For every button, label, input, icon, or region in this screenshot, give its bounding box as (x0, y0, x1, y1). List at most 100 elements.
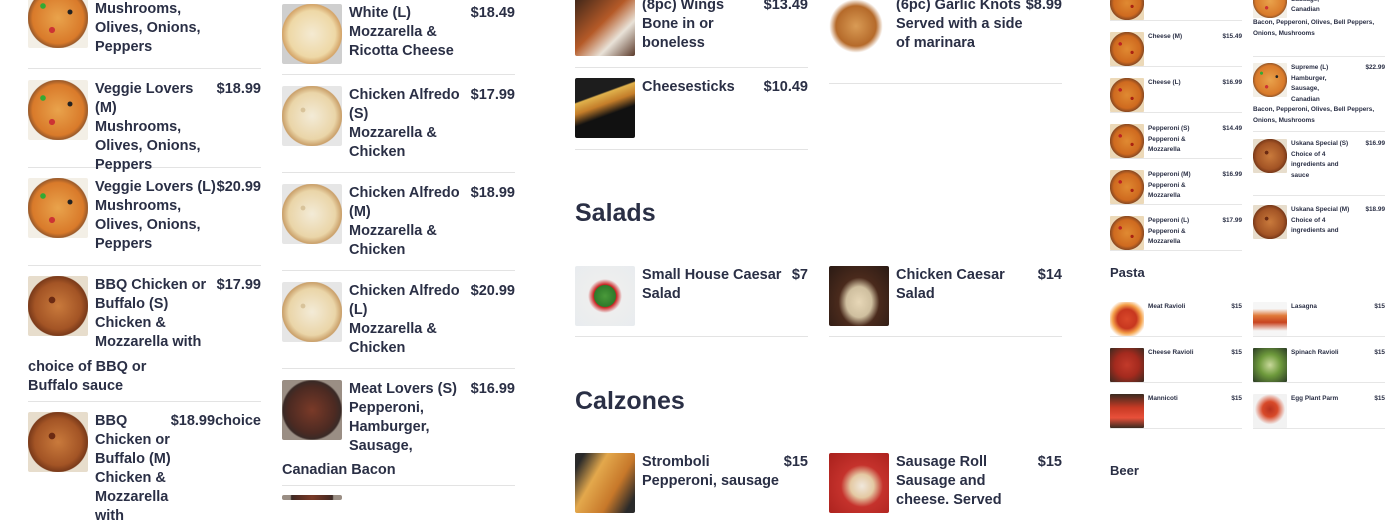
menu-item[interactable]: Chicken Alfredo (L) Mozzarella & Chicken… (282, 282, 515, 369)
item-name: Cheese (L) (1148, 79, 1181, 86)
menu-item[interactable]: BBQ Chicken or Buffalo (S) Chicken & Moz… (28, 276, 261, 402)
item-price: $15 (1037, 454, 1062, 470)
item-text: Uskana Special (S) Choice of 4 ingredien… (1287, 139, 1365, 181)
menu-item[interactable]: Supreme (L) Hamburger, Sausage, Canadian… (1253, 63, 1385, 132)
menu-item[interactable]: White (L) Mozzarella & Ricotta Cheese $1… (282, 4, 515, 75)
item-description-cont: Bacon, Pepperoni, Olives, Bell Peppers, … (1253, 106, 1375, 124)
menu-item[interactable]: Chicken Alfredo (S) Mozzarella & Chicken… (282, 86, 515, 173)
item-text: Sausage Roll Sausage and cheese. Served (889, 453, 1038, 510)
item-text: Small House Caesar Salad (635, 266, 792, 304)
menu-item[interactable]: Cheese Ravioli $15 (1110, 348, 1242, 383)
food-image (28, 0, 88, 48)
food-image (28, 178, 88, 238)
item-price: $15 (1231, 303, 1242, 310)
menu-item[interactable]: Mannicoti $15 (1110, 394, 1242, 429)
item-name: BBQ Chicken or Buffalo (S) (95, 277, 207, 312)
menu-item[interactable]: (6pc) Garlic Knots Served with a side of… (829, 0, 1062, 84)
item-name: Mannicoti (1148, 395, 1178, 402)
item-description: Mushrooms, Olives, Onions, Peppers (95, 119, 201, 173)
menu-item[interactable]: (8pc) Wings Bone in or boneless $13.49 (575, 0, 808, 68)
menu-item[interactable]: Lasagna $15 (1253, 302, 1385, 337)
item-name: Veggie Lovers (L) (95, 179, 216, 195)
menu-item[interactable]: Pepperoni (S) Pepperoni & Mozzarella $14… (1110, 124, 1242, 159)
food-image (575, 78, 635, 138)
item-description: Pepperoni & Mozzarella (1148, 135, 1186, 154)
item-price: $14.49 (1222, 125, 1242, 132)
menu-item[interactable]: Uskana Special (S) Choice of 4 ingredien… (1253, 139, 1385, 196)
item-name: (8pc) Wings (642, 0, 725, 13)
item-name: Egg Plant Parm (1291, 395, 1339, 402)
menu-item[interactable]: Chicken Caesar Salad $14 (829, 266, 1062, 337)
item-name: White (L) (349, 5, 412, 21)
food-image (1110, 216, 1144, 250)
menu-item[interactable]: Cheese (L) $16.99 (1110, 78, 1242, 113)
item-text: BBQ Chicken or Buffalo (M) Chicken & Moz… (88, 412, 171, 526)
item-name: Spinach Ravioli (1291, 349, 1339, 356)
item-price: $17.99 (470, 87, 515, 103)
item-price: $18.99 (1365, 206, 1385, 213)
item-description: Pepperoni & Mozzarella (1148, 227, 1186, 246)
item-description: Mozzarella & Chicken (349, 223, 437, 258)
item-description: Pepperoni, Hamburger, Sausage, (349, 400, 430, 454)
section-heading-calzones: Calzones (575, 387, 685, 415)
item-text: Pepperoni (M) Pepperoni & Mozzarella (1144, 170, 1222, 202)
menu-item[interactable]: Veggie Lovers (M) Mushrooms, Olives, Oni… (28, 80, 261, 173)
menu-item[interactable]: Small House Caesar Salad $7 (575, 266, 808, 337)
item-description: Mozzarella & Chicken (349, 125, 437, 160)
item-price: $18.99 (170, 413, 216, 429)
food-image (1110, 78, 1144, 112)
item-description-cont: Canadian Bacon (282, 462, 396, 478)
item-name: Veggie Lovers (M) (95, 81, 194, 116)
item-price: $14 (1037, 267, 1062, 283)
item-description: Served with a side of marinara (896, 16, 1023, 51)
item-price: $16.99 (1222, 171, 1242, 178)
item-name: Uskana Special (M) (1291, 206, 1350, 213)
menu-item[interactable]: Sausage Roll Sausage and cheese. Served … (829, 453, 1062, 513)
item-text: Pepperoni (S) Pepperoni & Mozzarella (1144, 124, 1222, 156)
menu-item[interactable]: Veggie Lovers (L) Mushrooms, Olives, Oni… (28, 178, 261, 266)
menu-item[interactable]: Cheese (M) $15.49 (1110, 32, 1242, 67)
menu-item[interactable]: BBQ Chicken or Buffalo (M) Chicken & Moz… (28, 412, 261, 524)
item-price: $15 (1231, 395, 1242, 402)
item-description: Choice of 4 ingredients and (1291, 216, 1339, 235)
food-image (1110, 302, 1144, 336)
menu-item[interactable]: Chicken Alfredo (M) Mozzarella & Chicken… (282, 184, 515, 271)
section-heading-pasta: Pasta (1110, 265, 1145, 280)
item-price: $16.99 (1222, 79, 1242, 86)
item-name: BBQ Chicken or Buffalo (M) (95, 413, 171, 467)
item-text: Chicken Alfredo (M) Mozzarella & Chicken (342, 184, 471, 260)
menu-item[interactable]: Stromboli Pepperoni, sausage $15 (575, 453, 808, 513)
menu-item[interactable]: Egg Plant Parm $15 (1253, 394, 1385, 429)
menu-item[interactable]: Pepperoni (L) Pepperoni & Mozzarella $17… (1110, 216, 1242, 251)
food-image (282, 380, 342, 440)
food-image (1110, 32, 1144, 66)
item-name: Pepperoni (L) (1148, 217, 1190, 224)
menu-item[interactable] (1110, 0, 1242, 21)
item-description: Mozzarella & Chicken (349, 321, 437, 356)
item-description: Chicken & Mozzarella with (95, 470, 169, 524)
item-name: (6pc) Garlic Knots (896, 0, 1021, 13)
item-text: (8pc) Wings Bone in or boneless (635, 0, 764, 53)
item-description: Bacon, Pepperoni, Olives, Bell Peppers, … (1253, 19, 1375, 37)
menu-item[interactable]: Meat Ravioli $15 (1110, 302, 1242, 337)
item-name: Pepperoni (M) (1148, 171, 1191, 178)
item-price: $18.49 (470, 5, 515, 21)
item-name: Chicken Caesar Salad (896, 267, 1005, 302)
menu-item[interactable]: Uskana Special (M) Choice of 4 ingredien… (1253, 205, 1385, 252)
item-text: Chicken Alfredo (S) Mozzarella & Chicken (342, 86, 471, 162)
item-description: Pepperoni & Mozzarella (1148, 181, 1186, 200)
food-image (282, 4, 342, 64)
item-price: $15.49 (1222, 33, 1242, 40)
menu-item[interactable]: Hamburger, Sausage, Canadian Bacon, Pepp… (1253, 0, 1385, 57)
item-text: Uskana Special (M) Choice of 4 ingredien… (1287, 205, 1365, 237)
menu-item[interactable]: Cheesesticks $10.49 (575, 78, 808, 150)
item-description: Olives, Onions, Peppers (95, 20, 201, 55)
menu-item[interactable]: Pepperoni (M) Pepperoni & Mozzarella $16… (1110, 170, 1242, 205)
menu-item[interactable]: Mushrooms, Olives, Onions, Peppers (28, 0, 261, 69)
item-price: $7 (791, 267, 808, 283)
menu-item[interactable]: Meat Lovers (S) Pepperoni, Hamburger, Sa… (282, 380, 515, 486)
menu-item[interactable]: Spinach Ravioli $15 (1253, 348, 1385, 383)
item-name: Meat Lovers (S) (349, 381, 457, 397)
section-heading-salads: Salads (575, 199, 656, 227)
item-price: $15 (1374, 395, 1385, 402)
